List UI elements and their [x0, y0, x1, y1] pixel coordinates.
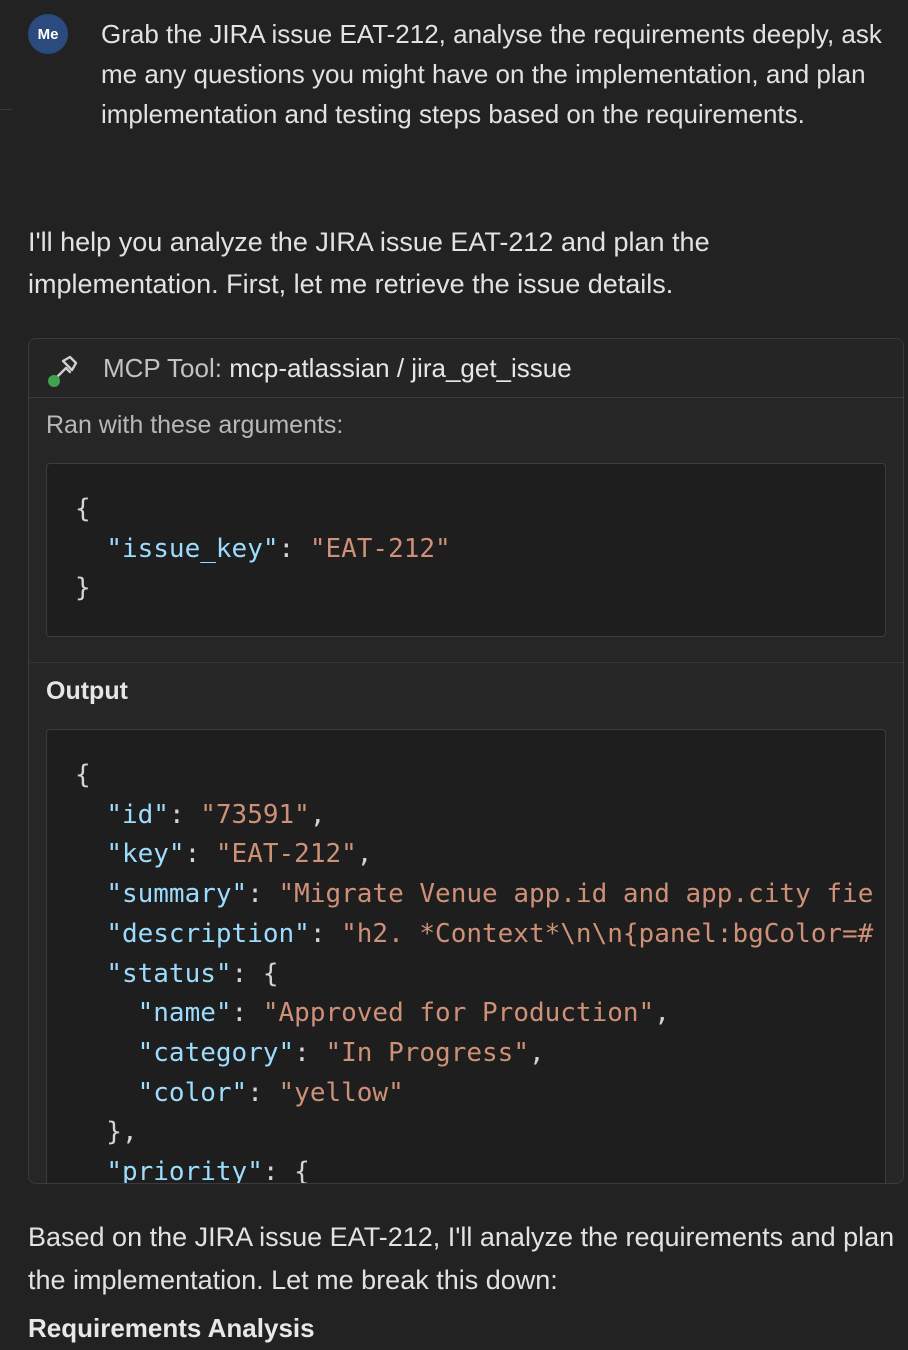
json-punctuation	[75, 959, 106, 989]
json-key: "name"	[137, 998, 232, 1029]
json-punctuation: }	[75, 573, 91, 604]
assistant-followup-text: Based on the JIRA issue EAT-212, I'll an…	[28, 1222, 895, 1295]
json-punctuation: ,	[528, 1037, 545, 1068]
tool-call-card: MCP Tool: mcp-atlassian / jira_get_issue…	[28, 338, 904, 1184]
json-string: "73591"	[200, 799, 310, 830]
json-punctuation: : {	[262, 1157, 310, 1184]
json-key: "description"	[106, 918, 310, 949]
json-punctuation: :	[247, 1077, 279, 1108]
output-code: { "id": "73591", "key": "EAT-212", "summ…	[75, 756, 873, 1184]
wrench-icon	[45, 353, 79, 389]
json-string: "EAT-212"	[309, 533, 451, 564]
section-divider	[29, 662, 903, 663]
json-string: "yellow"	[278, 1077, 404, 1108]
json-key: "status"	[106, 958, 232, 989]
json-punctuation: :	[184, 839, 216, 870]
tool-call-title: MCP Tool: mcp-atlassian / jira_get_issue	[103, 351, 572, 385]
code-line: {	[75, 760, 91, 790]
arguments-label: Ran with these arguments:	[46, 411, 344, 439]
json-punctuation	[75, 1157, 106, 1183]
tool-call-name: mcp-atlassian / jira_get_issue	[229, 353, 572, 383]
json-string: "In Progress"	[325, 1037, 529, 1068]
user-message-text: Grab the JIRA issue EAT-212, analyse the…	[101, 19, 882, 129]
json-punctuation: :	[278, 533, 310, 564]
json-punctuation: :	[168, 799, 201, 830]
json-string: "EAT-212"	[215, 839, 357, 870]
code-line: "name": "Approved for Production",	[75, 998, 670, 1028]
json-punctuation: },	[75, 1117, 138, 1148]
json-punctuation: {	[75, 760, 91, 790]
json-punctuation	[75, 998, 138, 1028]
code-line: "color": "yellow"	[75, 1078, 404, 1108]
output-label: Output	[46, 677, 128, 705]
json-punctuation: :	[309, 918, 342, 949]
requirements-heading: Requirements Analysis	[28, 1313, 315, 1343]
tool-call-header[interactable]: MCP Tool: mcp-atlassian / jira_get_issue	[29, 339, 903, 398]
json-punctuation: :	[247, 879, 279, 910]
json-punctuation	[75, 800, 106, 830]
gutter-divider	[0, 109, 12, 110]
json-key: "issue_key"	[106, 533, 279, 564]
code-line: "category": "In Progress",	[75, 1038, 545, 1068]
json-key: "key"	[106, 839, 185, 870]
json-punctuation: ,	[309, 799, 326, 830]
json-key: "category"	[137, 1037, 295, 1068]
code-line: "issue_key": "EAT-212"	[75, 533, 451, 564]
json-string: "Approved for Production"	[262, 998, 655, 1029]
user-avatar: Me	[28, 14, 68, 54]
json-string: "h2. *Context*\n\n{panel:bgColor=#	[341, 918, 874, 949]
json-punctuation	[75, 1078, 138, 1108]
code-line: "summary": "Migrate Venue app.id and app…	[75, 879, 873, 909]
code-line: "id": "73591",	[75, 800, 325, 830]
code-line: "status": {	[75, 958, 279, 989]
json-punctuation: :	[231, 998, 263, 1029]
code-line: "priority": {	[75, 1157, 310, 1184]
tool-call-label: MCP Tool:	[103, 353, 222, 383]
json-punctuation	[75, 879, 106, 909]
json-punctuation	[75, 534, 106, 564]
code-line: "description": "h2. *Context*\n\n{panel:…	[75, 919, 873, 949]
json-punctuation: ,	[356, 839, 373, 870]
output-code-block[interactable]: { "id": "73591", "key": "EAT-212", "summ…	[46, 729, 886, 1184]
json-punctuation: ,	[654, 998, 670, 1029]
json-key: "color"	[137, 1077, 248, 1108]
code-line: }	[75, 573, 91, 603]
json-punctuation: :	[294, 1037, 326, 1068]
code-line: },	[75, 1117, 138, 1148]
json-punctuation	[75, 1038, 138, 1068]
arguments-code: { "issue_key": "EAT-212" }	[75, 490, 451, 609]
json-key: "summary"	[106, 879, 248, 910]
json-string: "Migrate Venue app.id and app.city fie	[278, 879, 874, 910]
arguments-code-block: { "issue_key": "EAT-212" }	[46, 463, 886, 637]
json-punctuation	[75, 839, 106, 869]
json-key: "id"	[106, 799, 169, 830]
json-punctuation	[75, 919, 106, 949]
code-line: "key": "EAT-212",	[75, 839, 372, 869]
json-punctuation: : {	[231, 958, 279, 989]
json-punctuation: {	[75, 494, 91, 524]
code-line: {	[75, 494, 91, 524]
assistant-intro-text: I'll help you analyze the JIRA issue EAT…	[28, 227, 710, 299]
json-key: "priority"	[106, 1157, 263, 1184]
